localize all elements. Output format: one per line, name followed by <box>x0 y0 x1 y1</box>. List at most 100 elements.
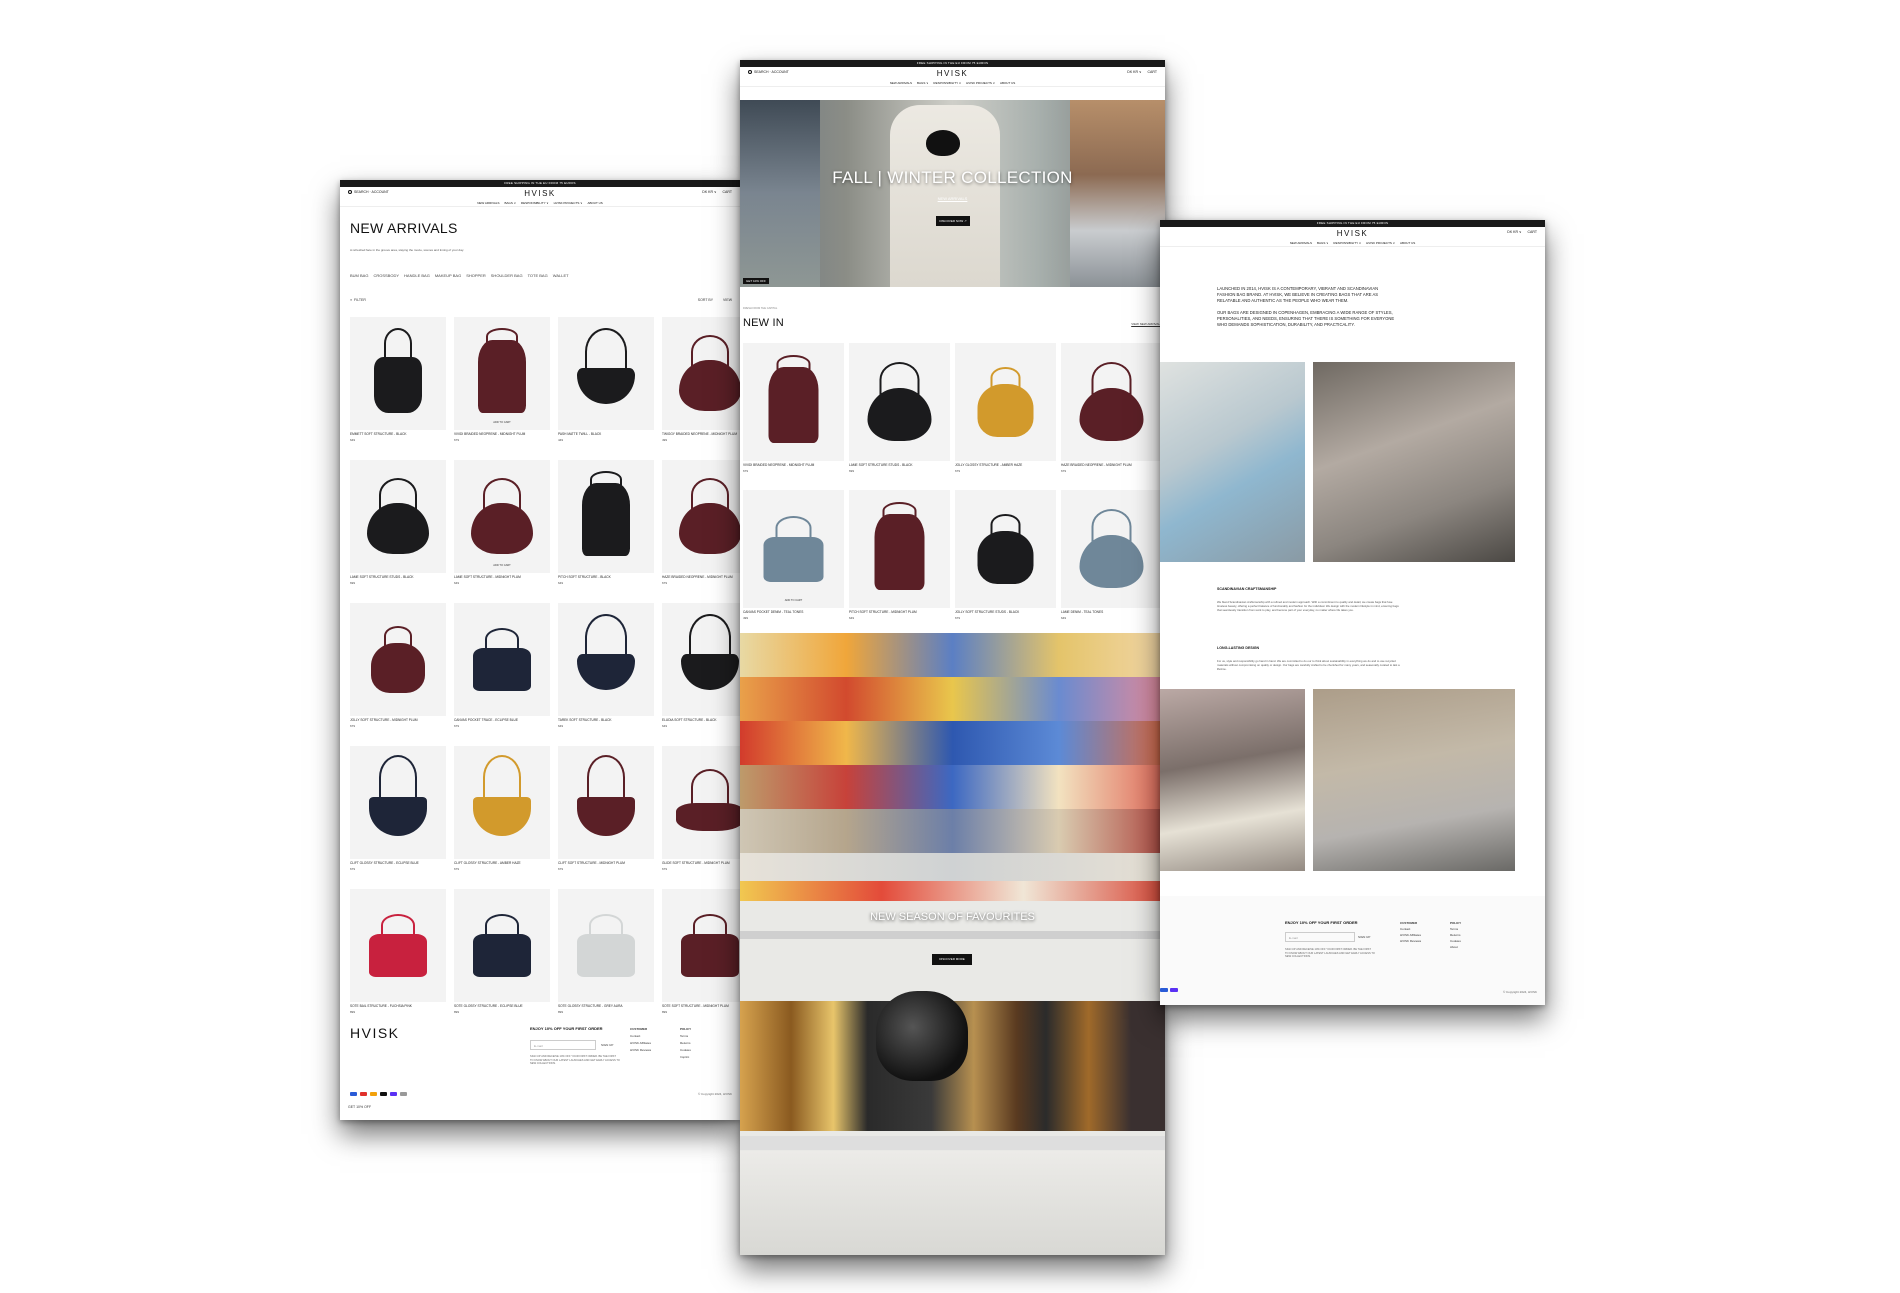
product-name[interactable]: PITCH SOFT STRUCTURE - BLACK <box>558 575 654 579</box>
product-name[interactable]: CLIFT SOFT STRUCTURE - MIDNIGHT PLUM <box>558 861 654 865</box>
product-photo[interactable] <box>662 746 740 859</box>
product-photo[interactable] <box>662 889 740 1002</box>
product-photo[interactable] <box>454 889 550 1002</box>
product-photo[interactable] <box>662 317 740 430</box>
newsletter-signup-button[interactable]: SIGN UP <box>598 1040 622 1050</box>
nav-projects[interactable]: HVISK PROJECTS ∨ <box>554 201 583 205</box>
product-photo[interactable] <box>662 460 740 573</box>
product-name[interactable]: GLIDE SOFT STRUCTURE - MIDNIGHT PLUM <box>662 861 740 865</box>
footer-link[interactable]: About <box>1450 945 1458 949</box>
product-card[interactable]: PASH MATTE TWILL - BLACK 449 <box>558 317 654 460</box>
footer-link[interactable]: HVISK Affiliates <box>630 1041 651 1045</box>
product-photo[interactable] <box>350 603 446 716</box>
product-photo[interactable] <box>558 746 654 859</box>
product-card[interactable]: HAZE BRAIDED NEOPRENE - MIDNIGHT PLUM 679 <box>662 460 740 603</box>
nav-new-arrivals[interactable]: NEW ARRIVALS <box>890 81 912 85</box>
category-crossbody[interactable]: CROSSBODY <box>373 273 399 278</box>
category-bum-bag[interactable]: BUM BAG <box>350 273 368 278</box>
product-name[interactable]: SOTE GLOSSY STRUCTURE - ECLIPSE BLUE <box>454 1004 550 1008</box>
newsletter-email-input[interactable]: E-mail <box>530 1040 596 1050</box>
product-name[interactable]: JOLLY SOFT STRUCTURE STUDS - BLACK <box>955 610 1056 614</box>
nav-new-arrivals[interactable]: NEW ARRIVALS <box>477 201 499 205</box>
add-to-cart-button[interactable]: ADD TO CART <box>454 564 550 567</box>
product-name[interactable]: VIVIDI BRAIDED NEOPRENE - MIDNIGHT PLUM <box>454 432 550 436</box>
product-name[interactable]: CLIFT GLOSSY STRUCTURE - AMBER HAZE <box>454 861 550 865</box>
product-name[interactable]: JOLLY SOFT STRUCTURE - MIDNIGHT PLUM <box>350 718 446 722</box>
get-discount-tab[interactable]: GET 10% OFF <box>348 1105 371 1109</box>
filter-button[interactable]: ≡ FILTER <box>350 298 366 302</box>
product-card[interactable]: CLIFT SOFT STRUCTURE - MIDNIGHT PLUM 679 <box>558 746 654 889</box>
product-card[interactable]: VIVIDI BRAIDED NEOPRENE - MIDNIGHT PLUM 6… <box>743 343 844 490</box>
product-name[interactable]: TWIGGY BRAIDED NEOPRENE - MIDNIGHT PLUM <box>662 432 740 436</box>
product-photo[interactable] <box>955 490 1056 608</box>
product-photo[interactable] <box>1061 343 1162 461</box>
product-name[interactable]: PASH MATTE TWILL - BLACK <box>558 432 654 436</box>
product-card[interactable]: ADD TO CART LAME SOFT STRUCTURE - MIDNIGH… <box>454 460 550 603</box>
product-name[interactable]: CANVAS POCKET DENIM - TEAL TONES <box>743 610 844 614</box>
get-discount-tab[interactable]: GET 10% OFF <box>743 278 769 284</box>
product-photo[interactable]: ADD TO CART <box>454 460 550 573</box>
nav-bags[interactable]: BAGS ∨ <box>917 81 928 85</box>
product-photo[interactable] <box>350 746 446 859</box>
product-card[interactable]: PITCH SOFT STRUCTURE - BLACK 649 <box>558 460 654 603</box>
cart-link[interactable]: CART <box>1528 230 1537 234</box>
product-name[interactable]: CLIFT GLOSSY STRUCTURE - ECLIPSE BLUE <box>350 861 446 865</box>
product-card[interactable]: SOTE SOFT STRUCTURE - MIDNIGHT PLUM 899 <box>662 889 740 1032</box>
product-name[interactable]: LAME DENIM - TEAL TONES <box>1061 610 1162 614</box>
currency-selector[interactable]: DK KR ∨ <box>1507 230 1521 234</box>
site-logo[interactable]: HVISK <box>340 189 740 198</box>
currency-selector[interactable]: DK KR ∨ <box>702 190 716 194</box>
product-photo[interactable] <box>849 490 950 608</box>
category-makeup-bag[interactable]: MAKEUP BAG <box>435 273 461 278</box>
product-card[interactable]: JOLLY SOFT STRUCTURE STUDS - BLACK 679 <box>955 490 1056 637</box>
cart-link[interactable]: CART <box>723 190 732 194</box>
product-card[interactable]: ADD TO CART VIVIDI BRAIDED NEOPRENE - MID… <box>454 317 550 460</box>
nav-bags[interactable]: BAGS ∨ <box>1317 241 1328 245</box>
product-card[interactable]: TAREK SOFT STRUCTURE - BLACK 649 <box>558 603 654 746</box>
nav-about[interactable]: ABOUT US <box>1400 241 1415 245</box>
newsletter-email-input[interactable]: E-mail <box>1285 932 1355 942</box>
hero-discover-button[interactable]: DISCOVER NOW ↗ <box>936 216 970 226</box>
hero-new-arrivals-link[interactable]: NEW ARRIVALS <box>740 196 1165 201</box>
nav-responsibility[interactable]: RESPONSIBILITY ∨ <box>933 81 961 85</box>
footer-link[interactable]: HVISK Reviews <box>630 1048 651 1052</box>
site-logo[interactable]: HVISK <box>740 69 1165 78</box>
product-card[interactable]: HAZE BRAIDED NEOPRENE - MIDNIGHT PLUM 679 <box>1061 343 1162 490</box>
cart-link[interactable]: CART <box>1148 70 1157 74</box>
product-card[interactable]: LAME SOFT STRUCTURE STUDS - BLACK 699 <box>350 460 446 603</box>
currency-selector[interactable]: DK KR ∨ <box>1127 70 1141 74</box>
nav-projects[interactable]: HVISK PROJECTS ∨ <box>966 81 995 85</box>
footer-link[interactable]: Imprint <box>680 1055 689 1059</box>
product-photo[interactable] <box>955 343 1056 461</box>
product-name[interactable]: HAZE BRAIDED NEOPRENE - MIDNIGHT PLUM <box>1061 463 1162 467</box>
product-name[interactable]: SOTE SOFT STRUCTURE - MIDNIGHT PLUM <box>662 1004 740 1008</box>
nav-about[interactable]: ABOUT US <box>1000 81 1015 85</box>
product-name[interactable]: LAME SOFT STRUCTURE STUDS - BLACK <box>350 575 446 579</box>
product-card[interactable]: LAME DENIM - TEAL TONES 649 <box>1061 490 1162 637</box>
footer-link[interactable]: HVISK Reviews <box>1400 939 1421 943</box>
footer-link[interactable]: Contact <box>630 1034 640 1038</box>
product-card[interactable]: PITCH SOFT STRUCTURE - MIDNIGHT PLUM 649 <box>849 490 950 637</box>
product-name[interactable]: TAREK SOFT STRUCTURE - BLACK <box>558 718 654 722</box>
footer-link[interactable]: HVISK Affiliates <box>1400 933 1421 937</box>
product-name[interactable]: SOTE GLOSSY STRUCTURE - GREY AURA <box>558 1004 654 1008</box>
view-new-arrivals-link[interactable]: VIEW NEW ARRIVALS <box>1131 322 1162 326</box>
product-card[interactable]: SOTE GLOSSY STRUCTURE - GREY AURA 899 <box>558 889 654 1032</box>
view-button[interactable]: VIEW <box>723 298 732 302</box>
category-shopper[interactable]: SHOPPER <box>466 273 486 278</box>
nav-bags[interactable]: BAGS ∨ <box>505 201 516 205</box>
product-name[interactable]: PITCH SOFT STRUCTURE - MIDNIGHT PLUM <box>849 610 950 614</box>
product-name[interactable]: EMMETT SOFT STRUCTURE - BLACK <box>350 432 446 436</box>
sort-button[interactable]: SORT BY <box>698 298 713 302</box>
product-name[interactable]: LAME SOFT STRUCTURE - MIDNIGHT PLUM <box>454 575 550 579</box>
category-shoulder-bag[interactable]: SHOULDER BAG <box>491 273 523 278</box>
footer-link[interactable]: Terms <box>1450 927 1458 931</box>
product-name[interactable]: ELUDIA SOFT STRUCTURE - BLACK <box>662 718 740 722</box>
product-name[interactable]: SOTE BAIL STRUCTURE - FUCHSIA PINK <box>350 1004 446 1008</box>
nav-responsibility[interactable]: RESPONSIBILITY ∨ <box>521 201 549 205</box>
product-name[interactable]: JOLLY GLOSSY STRUCTURE - AMBER HAZE <box>955 463 1056 467</box>
product-card[interactable]: CLIFT GLOSSY STRUCTURE - AMBER HAZE 679 <box>454 746 550 889</box>
product-name[interactable]: VIVIDI BRAIDED NEOPRENE - MIDNIGHT PLUM <box>743 463 844 467</box>
product-photo[interactable] <box>743 343 844 461</box>
product-photo[interactable] <box>454 603 550 716</box>
